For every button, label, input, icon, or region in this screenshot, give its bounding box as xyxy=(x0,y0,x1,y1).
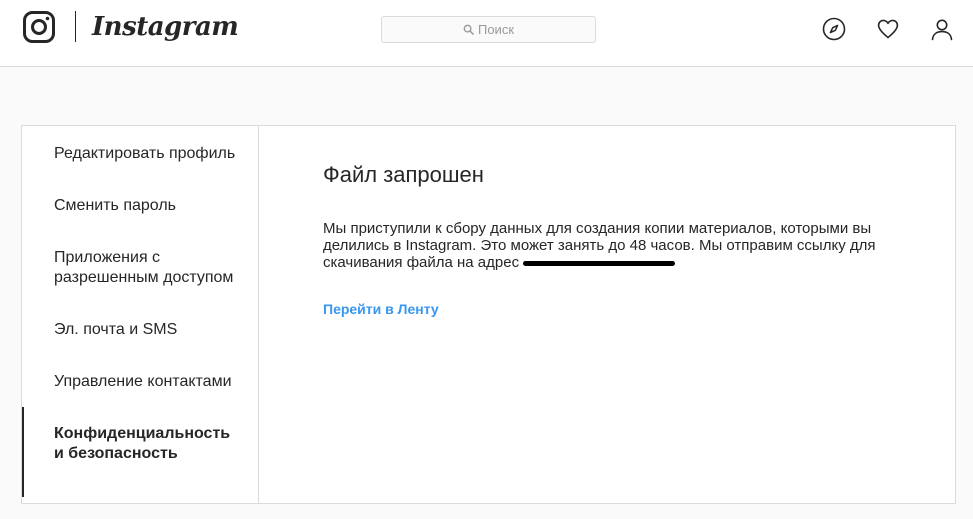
sidebar-item-manage-contacts[interactable]: Управление контактами xyxy=(22,372,258,392)
description-text: Мы приступили к сбору данных для создани… xyxy=(323,220,893,271)
sidebar-item-authorized-apps[interactable]: Приложения с разрешенным доступом xyxy=(22,248,258,288)
logo-divider xyxy=(75,11,76,42)
instagram-glyph-icon[interactable] xyxy=(23,11,55,43)
go-to-feed-link[interactable]: Перейти в Ленту xyxy=(323,301,439,317)
sidebar-item-edit-profile[interactable]: Редактировать профиль xyxy=(22,144,258,164)
sidebar-item-privacy-security[interactable]: Конфиденциальность и безопасность xyxy=(22,407,258,497)
explore-icon[interactable] xyxy=(822,17,846,41)
profile-icon[interactable] xyxy=(930,17,954,41)
search-placeholder: Поиск xyxy=(477,22,515,37)
sidebar-item-change-password[interactable]: Сменить пароль xyxy=(22,196,258,216)
search-icon xyxy=(463,24,474,35)
top-navigation-bar: Instagram Поиск xyxy=(0,0,973,67)
heart-icon[interactable] xyxy=(876,17,900,41)
redacted-email xyxy=(523,260,676,266)
settings-sidebar: Редактировать профиль Сменить пароль При… xyxy=(22,126,259,503)
search-input[interactable]: Поиск xyxy=(381,16,596,43)
sidebar-item-email-sms[interactable]: Эл. почта и SMS xyxy=(22,320,258,340)
instagram-wordmark[interactable]: Instagram xyxy=(92,11,239,43)
page-title: Файл запрошен xyxy=(323,162,484,187)
settings-card: Редактировать профиль Сменить пароль При… xyxy=(21,125,956,504)
